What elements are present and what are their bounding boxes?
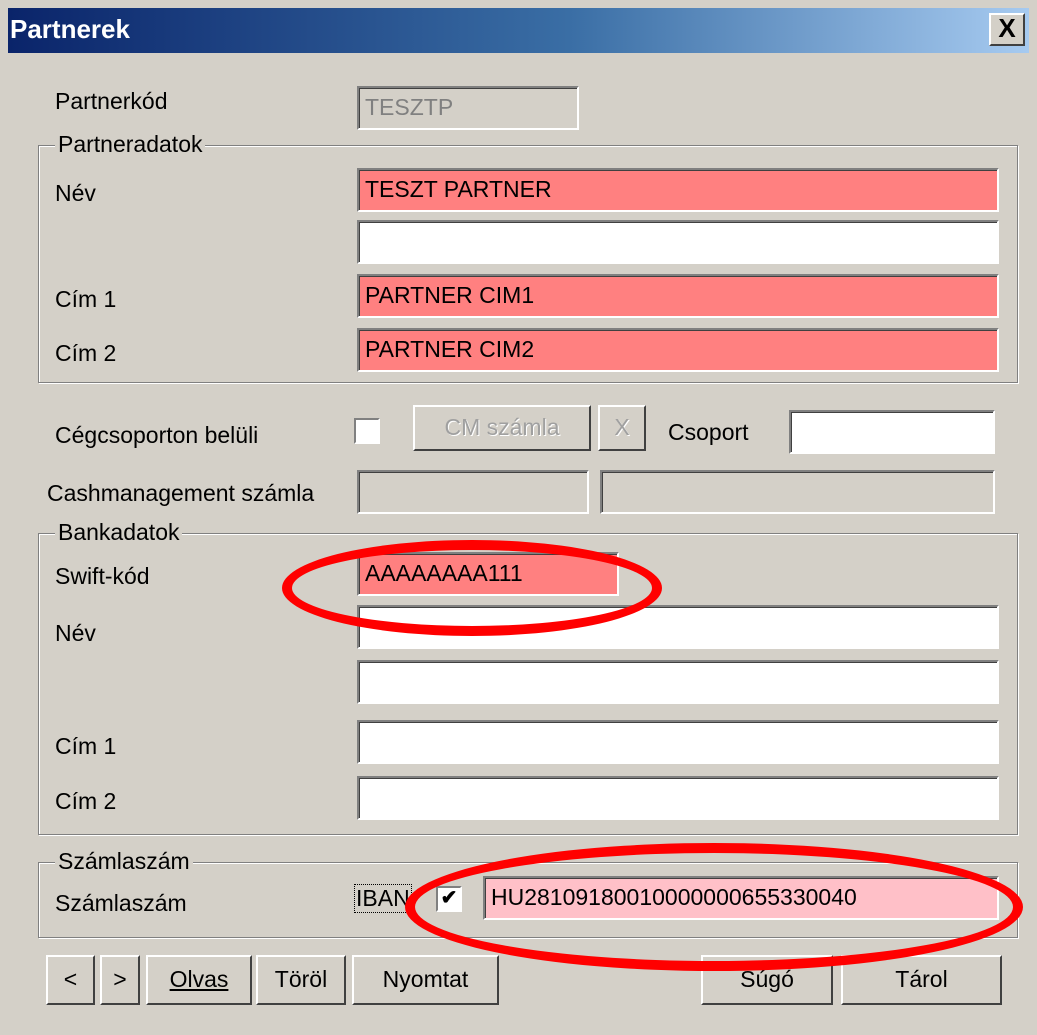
bank-cim2-label: Cím 2 bbox=[55, 788, 117, 814]
olvas-button[interactable]: Olvas bbox=[146, 955, 252, 1005]
bank-cim1-field[interactable] bbox=[357, 720, 999, 764]
swift-field[interactable]: AAAAAAAA111 bbox=[357, 552, 619, 596]
window-title: Partnerek bbox=[10, 14, 130, 44]
close-button[interactable]: X bbox=[989, 13, 1025, 46]
prev-button[interactable]: < bbox=[46, 955, 95, 1005]
cashmanagement-label: Cashmanagement számla bbox=[47, 480, 315, 506]
bank-nev-field[interactable] bbox=[357, 605, 999, 649]
torol-button[interactable]: Töröl bbox=[256, 955, 346, 1005]
next-button[interactable]: > bbox=[100, 955, 140, 1005]
tarol-button[interactable]: Tárol bbox=[841, 955, 1002, 1005]
cegcsoport-label: Cégcsoporton belüli bbox=[55, 422, 259, 448]
partner-nev2-field[interactable] bbox=[357, 220, 999, 264]
cashmanagement-field-2[interactable] bbox=[600, 470, 995, 514]
szamlaszam-title: Számlaszám bbox=[55, 848, 193, 875]
partneradatok-title: Partneradatok bbox=[55, 131, 206, 158]
partner-cim2-label: Cím 2 bbox=[55, 340, 117, 366]
partner-nev-field[interactable]: TESZT PARTNER bbox=[357, 168, 999, 212]
szamlaszam-label: Számlaszám bbox=[55, 890, 187, 916]
bankadatok-title: Bankadatok bbox=[55, 519, 183, 546]
szamlaszam-field[interactable]: HU28109180010000000655330040 bbox=[483, 876, 999, 920]
csoport-field[interactable] bbox=[789, 410, 995, 454]
cashmanagement-field-1[interactable] bbox=[357, 470, 589, 514]
title-bar[interactable]: Partnerek X bbox=[8, 8, 1029, 53]
partner-cim1-label: Cím 1 bbox=[55, 286, 117, 312]
iban-checkbox[interactable]: ✔ bbox=[436, 886, 462, 912]
partnerkod-field[interactable]: TESZTP bbox=[357, 86, 579, 130]
cm-szamla-button[interactable]: CM számla bbox=[413, 405, 591, 451]
partner-cim1-field[interactable]: PARTNER CIM1 bbox=[357, 274, 999, 318]
partner-nev-label: Név bbox=[55, 180, 96, 206]
cm-clear-button[interactable]: X bbox=[598, 405, 646, 451]
cegcsoport-checkbox[interactable] bbox=[354, 418, 380, 444]
partnerkod-label: Partnerkód bbox=[55, 88, 168, 114]
csoport-label: Csoport bbox=[668, 419, 749, 445]
swift-label: Swift-kód bbox=[55, 563, 150, 589]
bank-cim1-label: Cím 1 bbox=[55, 733, 117, 759]
bank-nev2-field[interactable] bbox=[357, 660, 999, 704]
bank-nev-label: Név bbox=[55, 620, 96, 646]
sugo-button[interactable]: Súgó bbox=[701, 955, 833, 1005]
partnerek-dialog: Partnerek X Partnerkód TESZTP Partnerada… bbox=[0, 0, 1037, 1035]
nyomtat-button[interactable]: Nyomtat bbox=[352, 955, 499, 1005]
bank-cim2-field[interactable] bbox=[357, 776, 999, 820]
partner-cim2-field[interactable]: PARTNER CIM2 bbox=[357, 328, 999, 372]
iban-label[interactable]: IBAN bbox=[354, 884, 412, 913]
